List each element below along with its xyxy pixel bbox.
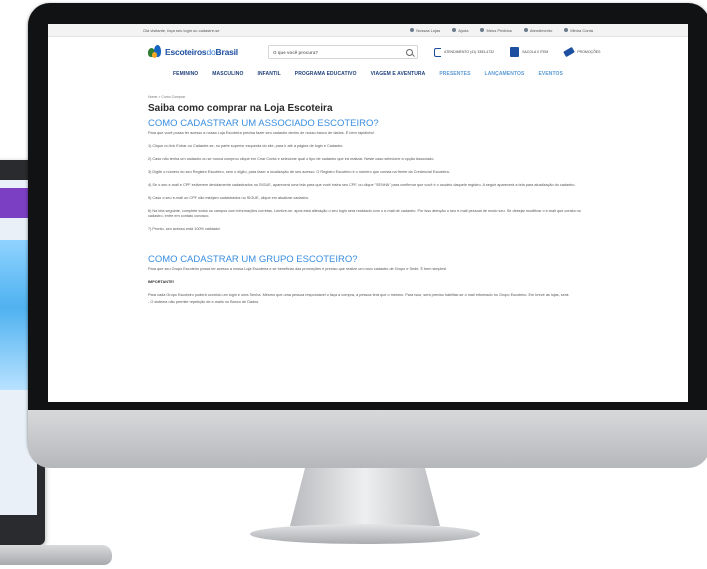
monitor-stand-base <box>250 524 480 544</box>
section-heading-grupo: COMO CADASTRAR UM GRUPO ESCOTEIRO? <box>148 254 358 265</box>
store-icon <box>410 28 415 32</box>
topbar-link-label: Meus Pedidos <box>486 27 512 33</box>
step-2: 2) Caso não tenha um cadastro ou se nunc… <box>148 157 435 161</box>
step-4: 4) Se o seu e-mail e CPF estiverem devid… <box>148 183 576 187</box>
nav-item-feminino[interactable]: FEMININO <box>173 71 198 77</box>
nav-item-lancamentos[interactable]: LANÇAMENTOS <box>485 71 525 77</box>
topbar-link-support[interactable]: Atendimento <box>523 27 553 33</box>
search-box <box>268 45 418 59</box>
shopping-bag-icon <box>510 47 520 57</box>
topbar-link-orders[interactable]: Meus Pedidos <box>480 27 512 33</box>
shopping-bag-label: SACOLA 0 ITEM <box>522 50 549 54</box>
main-nav: FEMININO MASCULINO INFANTIL PROGRAMA EDU… <box>48 67 688 81</box>
monitor-chin <box>28 410 707 468</box>
support-phone-label: ATENDIMENTO (41) 3353-4732 <box>444 50 495 54</box>
section-intro: Para que você possa ter acesso a nossa L… <box>148 131 375 135</box>
breadcrumb[interactable]: Home > Como Comprar <box>148 95 588 99</box>
support-icon <box>523 28 528 32</box>
nav-item-eventos[interactable]: EVENTOS <box>538 71 563 77</box>
nav-item-programa-educativo[interactable]: PROGRAMA EDUCATIVO <box>295 71 357 77</box>
page-title: Saiba como comprar na Loja Escoteira <box>148 103 333 114</box>
step-3: 3) Digite o número do seu Registro Escot… <box>148 170 450 174</box>
search-input[interactable] <box>273 49 406 55</box>
step-5: 5) Caso o seu e-mail ou CPF não estejam … <box>148 196 310 200</box>
shopping-bag[interactable]: SACOLA 0 ITEM <box>510 47 548 57</box>
step-6: 6) Na tela seguinte, complete todos os c… <box>148 209 581 218</box>
important-note-2: - O sistema não permite repetição de e-m… <box>148 300 260 304</box>
section-heading-associado: COMO CADASTRAR UM ASSOCIADO ESCOTEIRO? <box>148 118 379 129</box>
section-intro: Para que seu Grupo Escoteiro possa ter a… <box>148 267 447 271</box>
nav-item-masculino[interactable]: MASCULINO <box>212 71 243 77</box>
search-icon[interactable] <box>406 48 413 56</box>
tag-icon <box>563 46 576 58</box>
topbar-link-label: Atendimento <box>529 27 553 33</box>
logo-text: EscoteirosdoBrasil <box>165 47 238 57</box>
promotions-label: PROMOÇÕES <box>577 50 601 54</box>
monitor-stand <box>290 468 440 526</box>
important-note: Para cada Grupo Escoteiro poderá ocorrid… <box>148 293 570 297</box>
top-bar: Olá visitante, faça seu login ou cadastr… <box>48 24 688 37</box>
fleur-de-lis-icon <box>148 45 162 59</box>
step-1: 1) Clique no link Entrar ou Cadastre-se,… <box>148 144 344 148</box>
topbar-link-account[interactable]: Minha Conta <box>564 28 593 33</box>
topbar-link-help[interactable]: Ajuda <box>452 28 468 33</box>
nav-item-infantil[interactable]: INFANTIL <box>257 71 280 77</box>
laptop-base <box>0 545 112 565</box>
user-icon <box>564 28 569 32</box>
topbar-link-label: Nossas Lojas <box>416 27 441 33</box>
nav-item-viagem-aventura[interactable]: VIAGEM E AVENTURA <box>371 71 426 77</box>
support-phone[interactable]: ATENDIMENTO (41) 3353-4732 <box>434 47 495 57</box>
promotions-link[interactable]: PROMOÇÕES <box>563 46 601 58</box>
topbar-link-label: Minha Conta <box>570 27 593 33</box>
monitor-screen: Olá visitante, faça seu login ou cadastr… <box>48 24 688 402</box>
help-icon <box>452 28 457 32</box>
orders-icon <box>480 28 485 32</box>
page-content: Home > Como Comprar Saiba como comprar n… <box>48 81 688 305</box>
nav-item-presentes[interactable]: PRESENTES <box>439 71 470 77</box>
important-label: IMPORTANTE! <box>148 280 175 284</box>
topbar-link-label: Ajuda <box>458 27 469 33</box>
topbar-link-stores[interactable]: Nossas Lojas <box>410 28 440 33</box>
site-header: EscoteirosdoBrasil ATENDIMENTO (41) 3353… <box>48 37 688 67</box>
login-greeting-link[interactable]: Olá visitante, faça seu login ou cadastr… <box>143 28 398 33</box>
phone-icon <box>434 47 441 57</box>
site-logo[interactable]: EscoteirosdoBrasil <box>148 45 258 59</box>
